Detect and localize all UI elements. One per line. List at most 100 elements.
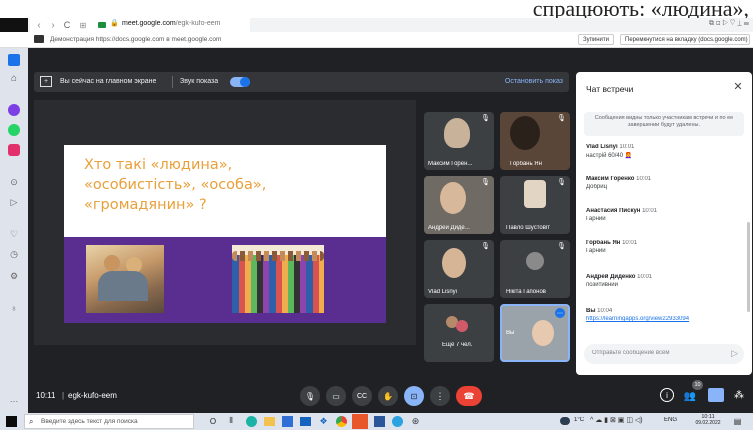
mic-button[interactable]: 🎙 [300, 386, 320, 406]
raise-hand-button[interactable]: ✋ [378, 386, 398, 406]
chat-link[interactable]: https://learningapps.org/view22933094 [586, 316, 742, 322]
screenshot-icon[interactable]: ⊡ [716, 20, 720, 27]
home-icon[interactable]: ⌂ [8, 72, 20, 84]
close-icon[interactable]: ✕ [732, 80, 744, 93]
back-icon[interactable]: ‹ [34, 19, 44, 31]
notification-icon[interactable]: ▤ [732, 416, 743, 427]
end-call-button[interactable]: ☎ [456, 386, 482, 406]
meet-favicon [98, 22, 106, 28]
mail-icon[interactable] [300, 417, 311, 426]
meeting-code: egk-kufo-eem [68, 391, 117, 400]
sidebar-item-active[interactable] [8, 54, 20, 66]
forward-icon[interactable]: › [48, 19, 58, 31]
chat-message: Vlad Lisnyi 10:01 настрій 60/40 👩‍🦰 [586, 144, 742, 159]
extension-icon[interactable]: ⊥ [737, 20, 742, 27]
banner-divider [172, 76, 173, 88]
share-icon[interactable]: ⧉ [709, 20, 714, 27]
presentation-slide: Хто такі «людина», «особистість», «особа… [64, 145, 386, 323]
taskbar-clock[interactable]: 10:11 09.02.2022 [690, 414, 726, 426]
participant-tile[interactable]: 🎙 Нікіта Гапонов [500, 240, 570, 298]
mic-off-icon: 🎙 [481, 243, 490, 250]
language-indicator[interactable]: ENG [664, 417, 677, 423]
presentation-area: Хто такі «людина», «особистість», «особа… [34, 100, 416, 345]
participant-tile[interactable]: 🎙 Павло Шустовіт [500, 176, 570, 234]
chat-time: 10:04 [597, 308, 613, 314]
chat-author: Анастасия Пискун [586, 208, 641, 214]
meet-window: + Вы сейчас на главном экране Звук показ… [28, 48, 753, 413]
url-text[interactable]: meet.google.com/egk-kufo-eem [122, 20, 220, 27]
participant-name: Горбань Ян [510, 161, 542, 167]
chat-text: Добриц [586, 184, 608, 190]
shield-icon[interactable]: ♡ [730, 20, 735, 27]
activities-icon[interactable]: ⁂ [732, 388, 746, 402]
chat-time: 10:01 [622, 240, 638, 246]
chat-icon[interactable] [708, 388, 724, 402]
chat-author: Максим Горенко [586, 176, 635, 182]
clock-icon[interactable]: ◷ [8, 248, 20, 260]
more-participants-tile[interactable]: Ещё 7 чел. [424, 304, 494, 362]
edge-icon[interactable] [246, 416, 257, 427]
stop-presenting-button[interactable]: Остановить показ [505, 78, 563, 85]
store-icon[interactable] [282, 416, 293, 427]
messenger-icon[interactable] [8, 104, 20, 116]
participant-tile[interactable]: 🎙 Максим Горен... [424, 112, 494, 170]
more-options-icon[interactable]: ⋯ [555, 308, 565, 318]
task-view-icon[interactable]: O [208, 416, 218, 426]
chat-text: Гарний [586, 248, 606, 254]
meeting-time: 10:11 [36, 391, 56, 400]
play-icon[interactable]: ▷ [8, 196, 20, 208]
chat-scrollbar[interactable] [747, 222, 750, 312]
chat-message: Анастасия Пискун 10:01 Гарний [586, 208, 742, 222]
slide-title: Хто такі «людина», «особистість», «особа… [84, 157, 267, 213]
self-tile[interactable]: ⋯ Вы [500, 304, 570, 362]
send-icon[interactable]: ▷ [722, 20, 728, 27]
chat-input[interactable]: Отправьте сообщение всем ▷ [584, 344, 744, 364]
present-button[interactable]: ⊡ [404, 386, 424, 406]
people-icon[interactable]: 👥 [682, 388, 698, 404]
participant-tile[interactable]: 🎙 Vlad Lisnyi [424, 240, 494, 298]
file-explorer-icon[interactable] [264, 417, 275, 426]
more-icon[interactable]: … [8, 393, 20, 405]
couple-photo [86, 245, 164, 313]
opera-icon[interactable] [352, 414, 368, 429]
url-host: meet.google.com [122, 20, 176, 27]
windows-taskbar: ⌕ Введите здесь текст для поиска O ⫴ ❖ ⊛… [0, 413, 753, 430]
participant-tile[interactable]: 🎙 Андрей Диде... [424, 176, 494, 234]
widgets-icon[interactable]: ⫴ [226, 416, 236, 426]
sound-toggle[interactable] [230, 77, 250, 87]
stop-sharing-button[interactable]: Зупинити [578, 34, 614, 45]
windows-start-icon[interactable] [6, 416, 17, 427]
weather-text: 1°C [574, 417, 585, 423]
instagram-icon[interactable] [8, 144, 20, 156]
screen-share-icon [34, 35, 44, 43]
send-message-icon[interactable]: ▷ [731, 348, 738, 359]
switch-tab-button[interactable]: Перемкнутися на вкладку (docs.google.com… [620, 34, 750, 45]
taskbar-search[interactable]: ⌕ Введите здесь текст для поиска [24, 414, 194, 429]
camera-button[interactable]: ▭ [326, 386, 346, 406]
word-icon[interactable] [374, 416, 385, 427]
apps-icon[interactable]: ⊞ [78, 19, 88, 31]
dropbox-icon[interactable]: ❖ [318, 416, 329, 427]
emoji-icon: 👩‍🦰 [624, 153, 633, 159]
captions-button[interactable]: CC [352, 386, 372, 406]
whatsapp-icon[interactable] [8, 124, 20, 136]
participant-tile[interactable]: 🎙 Горбань Ян [500, 112, 570, 170]
page-heading-strip: спрацюють: «людина», [0, 0, 753, 21]
chrome-icon[interactable] [336, 416, 347, 427]
telegram-icon[interactable] [392, 416, 403, 427]
presenting-banner: + Вы сейчас на главном экране Звук показ… [34, 72, 569, 92]
app-icon[interactable]: ⊛ [410, 416, 421, 427]
settings-icon[interactable]: ⚙ [8, 270, 20, 282]
avatar [456, 320, 468, 332]
tray-icons[interactable]: ^ ☁ ▮ ⊠ ▣ ◫ ◁) [590, 416, 643, 424]
heart-icon[interactable]: ♡ [8, 228, 20, 240]
more-options-button[interactable]: ⋮ [430, 386, 450, 406]
menu-icon[interactable]: ☰ [744, 20, 749, 27]
info-icon[interactable]: i [660, 388, 674, 402]
chat-input-placeholder: Отправьте сообщение всем [592, 350, 670, 356]
pin-icon[interactable]: ♁ [8, 302, 20, 314]
mic-off-icon: 🎙 [557, 115, 566, 122]
history-icon[interactable]: ⊙ [8, 176, 20, 188]
chat-message: Андрей Диденко 10:01 позитивний [586, 274, 742, 288]
reload-icon[interactable]: C [62, 19, 72, 31]
